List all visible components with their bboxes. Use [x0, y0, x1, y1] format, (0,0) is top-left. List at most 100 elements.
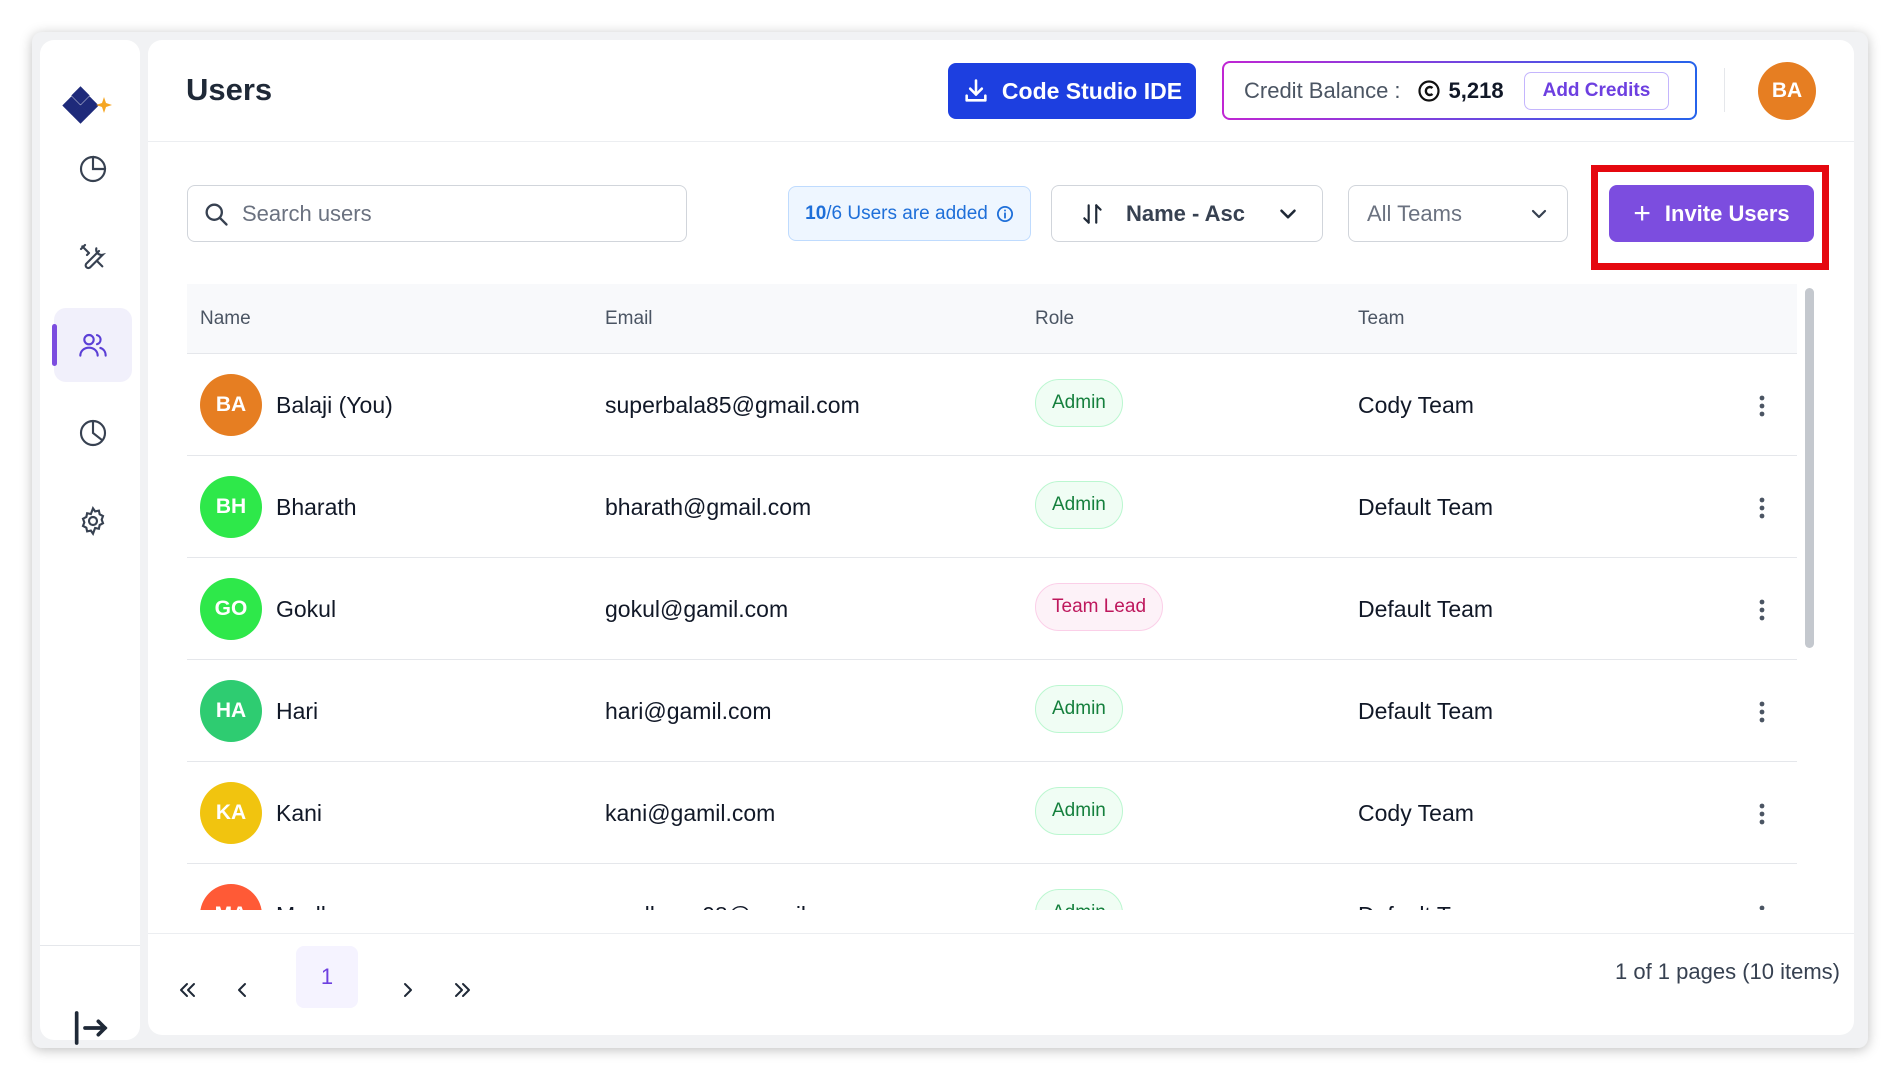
team-filter-select[interactable]: All Teams — [1348, 185, 1568, 242]
role-badge: Admin — [1035, 481, 1123, 529]
role-badge: Team Lead — [1035, 583, 1164, 631]
download-icon — [965, 79, 987, 102]
sort-dropdown[interactable]: Name - Asc — [1051, 185, 1323, 242]
user-avatar: BA — [200, 374, 262, 436]
users-added-text: 10/6 Users are added — [805, 203, 988, 225]
users-added-count: 10 — [805, 202, 827, 224]
user-team: Cody Team — [1358, 392, 1474, 418]
sidebar-item-users[interactable] — [52, 308, 132, 382]
user-email: kani@gamil.com — [605, 800, 776, 826]
sidebar-divider — [40, 945, 140, 946]
more-options-icon[interactable] — [1757, 698, 1767, 726]
role-badge: Admin — [1035, 787, 1123, 835]
more-options-icon[interactable] — [1757, 494, 1767, 522]
next-page-button[interactable] — [388, 970, 428, 1010]
table-row[interactable]: HA Hari hari@gamil.com Admin Default Team — [187, 660, 1797, 762]
credit-balance-label: Credit Balance : — [1244, 77, 1401, 103]
users-added-suffix: /6 Users are added — [826, 202, 988, 224]
user-email: hari@gamil.com — [605, 698, 772, 724]
invite-users-button[interactable]: + Invite Users — [1609, 185, 1814, 242]
user-avatar: GO — [200, 578, 262, 640]
user-email: gokul@gamil.com — [605, 596, 789, 622]
current-page-button[interactable]: 1 — [296, 946, 358, 1008]
user-name: Madhu — [276, 902, 346, 910]
user-email: superbala85@gmail.com — [605, 392, 860, 418]
table-row[interactable]: BH Bharath bharath@gmail.com Admin Default T… — [187, 456, 1797, 558]
code-studio-ide-label: Code Studio IDE — [1001, 77, 1183, 104]
app-logo-icon[interactable] — [60, 75, 120, 135]
pagination-bar: 1 1 of 1 pages (10 items) — [148, 933, 1854, 1035]
sidebar-item-analytics[interactable] — [54, 396, 132, 470]
page-title: Users — [186, 72, 273, 107]
user-name: Gokul — [276, 596, 337, 622]
user-team: Default Team — [1358, 902, 1493, 910]
sort-label: Name - Asc — [1126, 200, 1246, 226]
previous-page-button[interactable] — [222, 970, 262, 1010]
user-avatar: BH — [200, 476, 262, 538]
column-header-email[interactable]: Email — [605, 308, 653, 330]
logout-icon[interactable] — [70, 1008, 110, 1048]
users-icon — [79, 333, 107, 357]
tools-icon — [79, 243, 107, 270]
plus-icon: + — [1633, 196, 1651, 230]
code-studio-ide-button[interactable]: Code Studio IDE — [948, 63, 1196, 119]
credit-balance-value: 5,218 — [1448, 77, 1504, 103]
user-name: Bharath — [276, 494, 357, 520]
user-name: Kani — [276, 800, 323, 826]
more-options-icon[interactable] — [1757, 392, 1767, 420]
user-team: Default Team — [1358, 698, 1494, 724]
user-team: Cody Team — [1358, 800, 1474, 826]
column-header-name[interactable]: Name — [200, 308, 251, 330]
analytics-pie-icon — [79, 419, 107, 447]
add-credits-button[interactable]: Add Credits — [1523, 71, 1670, 110]
chevron-left-icon — [238, 983, 246, 997]
search-box — [187, 185, 687, 242]
coin-icon — [1417, 79, 1440, 102]
table-row[interactable]: MA Madhu madhumr08@gmail.com Admin Default T… — [187, 864, 1797, 910]
main-panel: Users Code Studio IDE Credit Balance : 5… — [148, 40, 1854, 1035]
user-team: Default Team — [1358, 494, 1494, 520]
table-row[interactable]: KA Kani kani@gamil.com Admin Cody Team — [187, 762, 1797, 864]
pagination-info: 1 of 1 pages (10 items) — [1614, 959, 1840, 984]
table-scrollbar[interactable] — [1805, 288, 1814, 648]
more-options-icon[interactable] — [1757, 902, 1767, 910]
table-header: Name Email Role Team — [187, 284, 1797, 354]
invite-users-label: Invite Users — [1664, 200, 1790, 226]
double-chevron-left-icon — [180, 983, 195, 997]
sidebar-item-dashboard[interactable] — [54, 132, 132, 206]
user-name: Balaji (You) — [276, 392, 393, 418]
user-email: bharath@gmail.com — [605, 494, 812, 520]
first-page-button[interactable] — [168, 970, 208, 1010]
last-page-button[interactable] — [442, 970, 482, 1010]
user-team: Default Team — [1358, 596, 1494, 622]
role-badge: Admin — [1035, 379, 1123, 427]
chevron-down-icon — [1280, 208, 1296, 219]
users-table: Name Email Role Team BA Balaji (You) super… — [187, 284, 1797, 910]
chevron-down-icon — [1531, 209, 1547, 219]
role-badge: Admin — [1035, 685, 1123, 733]
team-filter-value: All Teams — [1367, 200, 1462, 226]
sidebar-item-tools[interactable] — [54, 220, 132, 294]
user-avatar[interactable]: BA — [1758, 62, 1816, 120]
page-header: Users Code Studio IDE Credit Balance : 5… — [148, 40, 1854, 142]
sidebar-item-settings[interactable] — [54, 484, 132, 558]
user-avatar: HA — [200, 680, 262, 742]
user-avatar: MA — [200, 884, 262, 910]
dashboard-pie-icon — [79, 155, 107, 183]
search-input[interactable] — [242, 200, 662, 227]
role-badge: Admin — [1035, 889, 1123, 910]
sidebar — [40, 40, 140, 1045]
info-icon[interactable] — [996, 205, 1014, 223]
user-name: Hari — [276, 698, 319, 724]
header-divider — [1724, 68, 1725, 112]
table-row[interactable]: BA Balaji (You) superbala85@gmail.com Admin… — [187, 354, 1797, 456]
credit-balance-box: Credit Balance : 5,218 Add Credits — [1222, 61, 1697, 120]
table-row[interactable]: GO Gokul gokul@gamil.com Team Lead Default T… — [187, 558, 1797, 660]
settings-gear-icon — [81, 506, 105, 536]
more-options-icon[interactable] — [1757, 800, 1767, 828]
more-options-icon[interactable] — [1757, 596, 1767, 624]
column-header-role[interactable]: Role — [1035, 308, 1074, 330]
sort-arrows-icon — [1083, 203, 1102, 224]
column-header-team[interactable]: Team — [1358, 308, 1404, 330]
chevron-right-icon — [404, 983, 412, 997]
